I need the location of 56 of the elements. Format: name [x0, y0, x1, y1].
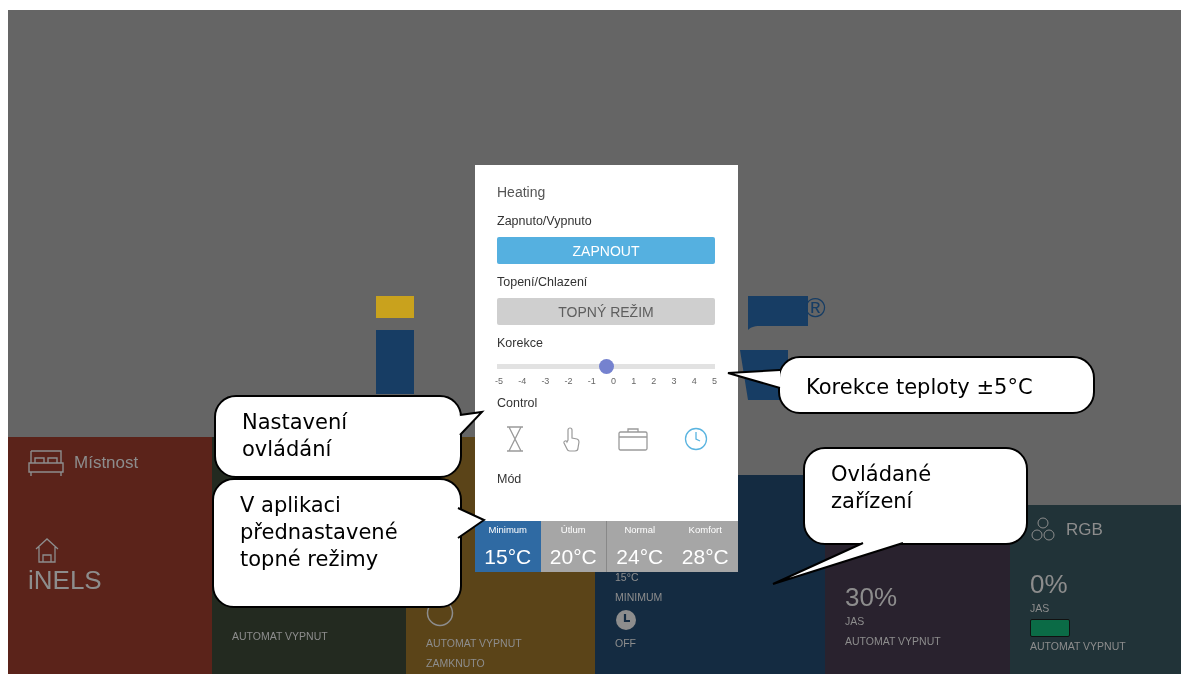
rgb-icon [1030, 517, 1056, 543]
house-icon [34, 537, 60, 563]
brightness-label: JAS [845, 615, 865, 627]
status-text: AUTOMAT VYPNUT [232, 630, 328, 642]
tick-label: 4 [691, 376, 697, 386]
hand-icon[interactable] [561, 426, 582, 452]
tick-label: -2 [564, 376, 573, 386]
annotation-text: Ovládané zařízení [831, 461, 933, 515]
room-name: Místnost [74, 453, 139, 473]
tick-label: 2 [651, 376, 657, 386]
field-label: Mód [497, 472, 523, 486]
tick-label: 5 [711, 376, 717, 386]
logo-square [376, 296, 414, 318]
logo-stem [376, 330, 414, 394]
brightness-label: JAS [1030, 602, 1050, 614]
annotation-text: V aplikaci přednastavené topné režimy [240, 492, 399, 573]
tick-label: -5 [495, 376, 503, 386]
status-text: AUTOMAT VYPNUT [1030, 640, 1126, 652]
tick-label: -1 [587, 376, 596, 386]
slider-thumb[interactable] [599, 359, 614, 374]
annotation-text: Nastavení ovládání [242, 409, 349, 463]
mode-preset[interactable]: Útlum 20°C [540, 521, 606, 572]
field-label: Korekce [497, 336, 544, 350]
device-tile[interactable]: Místnost iNELS [8, 437, 212, 674]
field-label: Zapnuto/Vypnuto [497, 214, 593, 228]
briefcase-icon[interactable] [617, 427, 648, 451]
tick-label: -4 [518, 376, 527, 386]
status-text: AUTOMAT VYPNUT [426, 637, 522, 649]
power-button[interactable]: ZAPNOUT [497, 237, 715, 264]
hourglass-icon[interactable] [505, 426, 525, 452]
mode-preset[interactable]: Minimum 15°C [475, 521, 541, 572]
mode-preset[interactable]: Komfort 28°C [672, 521, 738, 572]
location-name: iNELS [28, 565, 102, 596]
status-text: AUTOMAT VYPNUT [845, 635, 941, 647]
clock-icon[interactable] [684, 427, 708, 451]
tick-label: 1 [631, 376, 637, 386]
tick-label: 3 [671, 376, 677, 386]
status-text: ZAMKNUTO [426, 657, 485, 669]
mode-preset[interactable]: Normal 24°C [606, 521, 673, 572]
state-text: OFF [615, 637, 636, 649]
heating-mode-button[interactable]: TOPNÝ REŽIM [497, 298, 715, 325]
color-swatch[interactable] [1030, 619, 1070, 637]
field-label: Control [497, 396, 539, 410]
brightness-value: 30% [845, 582, 898, 613]
tick-label: -3 [541, 376, 550, 386]
temperature-text: 15°C [615, 571, 639, 583]
device-name: RGB [1066, 520, 1103, 540]
mode-text: MINIMUM [615, 591, 663, 603]
clock-icon [615, 609, 637, 631]
dialog-title: Heating [497, 184, 547, 202]
tick-label: 0 [610, 376, 616, 386]
bed-icon [28, 449, 64, 477]
brightness-value: 0% [1030, 569, 1068, 600]
annotation-text: Korekce teploty ±5°C [806, 374, 1034, 401]
field-label: Topení/Chlazení [497, 275, 589, 289]
device-tile[interactable]: RGB 0% JAS AUTOMAT VYPNUT [1010, 505, 1181, 674]
